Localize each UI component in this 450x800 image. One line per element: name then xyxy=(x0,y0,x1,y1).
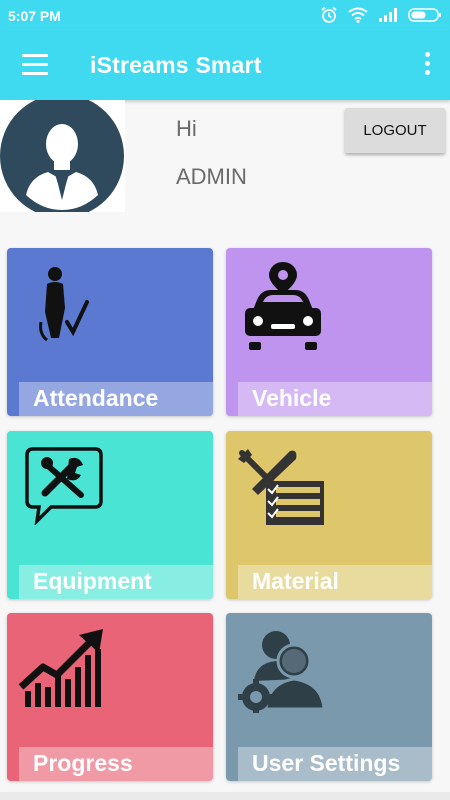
status-icons xyxy=(320,6,442,24)
hamburger-menu-icon[interactable] xyxy=(22,54,48,76)
tile-attendance[interactable]: Attendance xyxy=(7,248,213,416)
tile-label: Material xyxy=(252,568,339,594)
app-bar: iStreams Smart xyxy=(0,32,450,100)
attendance-icon xyxy=(39,267,89,342)
progress-icon xyxy=(18,629,103,707)
signal-icon xyxy=(379,8,397,22)
profile-header: Hi ADMIN LOGOUT xyxy=(0,100,450,212)
user-avatar-icon xyxy=(0,100,124,212)
battery-icon xyxy=(408,8,441,22)
tile-vehicle[interactable]: Vehicle xyxy=(226,248,432,416)
greeting-text: Hi xyxy=(176,116,197,141)
app-title: iStreams Smart xyxy=(90,52,262,78)
equipment-icon xyxy=(25,447,103,525)
bottom-edge xyxy=(0,792,450,800)
more-vertical-icon[interactable] xyxy=(422,52,432,78)
tile-label: Attendance xyxy=(33,385,159,411)
tile-label: Equipment xyxy=(33,568,152,594)
status-time: 5:07 PM xyxy=(8,8,61,24)
tile-label: Vehicle xyxy=(252,385,332,411)
tile-material[interactable]: Material xyxy=(226,431,432,599)
wifi-icon xyxy=(348,7,368,23)
avatar xyxy=(0,100,125,212)
tile-label: Progress xyxy=(33,750,133,776)
material-icon xyxy=(238,449,324,525)
tile-label: User Settings xyxy=(252,750,401,776)
tile-equipment[interactable]: Equipment xyxy=(7,431,213,599)
username-text: ADMIN xyxy=(176,164,247,189)
logout-button[interactable]: LOGOUT xyxy=(345,108,445,153)
status-bar: 5:07 PM xyxy=(0,0,450,32)
tile-user-settings[interactable]: User Settings xyxy=(226,613,432,781)
vehicle-icon xyxy=(245,262,321,350)
user-settings-icon xyxy=(238,631,326,713)
alarm-icon xyxy=(321,6,337,23)
tile-progress[interactable]: Progress xyxy=(7,613,213,781)
